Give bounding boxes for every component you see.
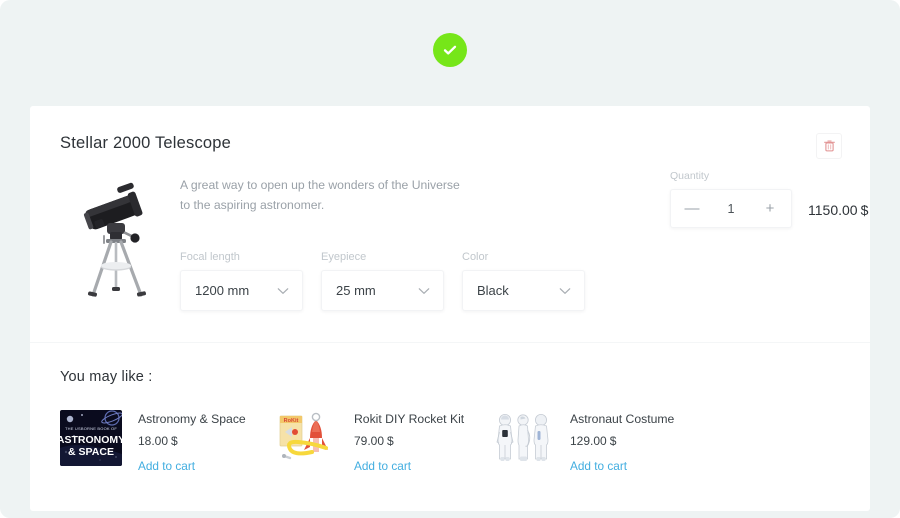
product-image-column: [60, 175, 172, 312]
recommendation-price: 79.00 $: [354, 434, 464, 448]
option-color: Color Black: [462, 251, 585, 312]
product-price-amount: 1150.00: [808, 202, 858, 218]
product-description: A great way to open up the wonders of th…: [180, 178, 460, 213]
recommendation-price-currency: $: [387, 434, 394, 448]
svg-text:ASTRONOMY: ASTRONOMY: [60, 434, 122, 446]
recommendation-price-currency: $: [171, 434, 178, 448]
option-eyepiece: Eyepiece 25 mm: [321, 251, 444, 312]
order-card: Stellar 2000 Telescope A great way to op…: [30, 106, 870, 511]
product-price: 1150.00 $: [808, 202, 868, 218]
recommendation-price: 18.00 $: [138, 434, 246, 448]
quantity-increment-button[interactable]: +: [763, 201, 777, 216]
eyepiece-value: 25 mm: [336, 283, 376, 299]
color-select[interactable]: Black: [462, 270, 585, 312]
list-item-meta: Astronomy & Space 18.00 $ Add to cart: [122, 410, 246, 475]
option-focal-length-label: Focal length: [180, 251, 240, 264]
product-section: Stellar 2000 Telescope A great way to op…: [30, 106, 870, 343]
page-root: Stellar 2000 Telescope A great way to op…: [0, 0, 900, 518]
recommendation-price: 129.00 $: [570, 434, 674, 448]
add-to-cart-link[interactable]: Add to cart: [354, 459, 411, 473]
svg-text:& SPACE: & SPACE: [68, 446, 114, 458]
check-circle-icon: [441, 41, 459, 59]
recommendation-price-amount: 18.00: [138, 434, 169, 448]
chevron-down-icon: [559, 282, 571, 300]
list-item[interactable]: Astronaut Costume 129.00 $ Add to cart: [492, 410, 708, 475]
product-price-currency: $: [860, 202, 869, 218]
success-status-badge: [433, 33, 467, 67]
list-item-meta: Rokit DIY Rocket Kit 79.00 $ Add to cart: [338, 410, 464, 475]
recommendation-price-amount: 79.00: [354, 434, 385, 448]
quantity-decrement-button[interactable]: —: [685, 201, 700, 216]
recommendations-title: You may like :: [60, 369, 153, 385]
page-title: Stellar 2000 Telescope: [60, 134, 232, 152]
chevron-down-icon: [418, 282, 430, 300]
recommendation-name: Astronaut Costume: [570, 412, 675, 426]
focal-length-value: 1200 mm: [195, 283, 250, 299]
list-item[interactable]: THE USBORNE BOOK OF ASTRONOMY & SPACE As…: [60, 410, 276, 475]
trash-icon: [823, 139, 836, 153]
status-badge-row: [0, 0, 900, 100]
quantity-stepper[interactable]: — 1 +: [670, 189, 792, 228]
color-value: Black: [477, 283, 509, 299]
astronomy-and-space-book-cover: THE USBORNE BOOK OF ASTRONOMY & SPACE: [60, 410, 122, 466]
recommendation-name: Astronomy & Space: [138, 412, 246, 426]
rokit-diy-rocket-kit-image: RoKit: [276, 410, 338, 466]
astronaut-costume-image: [492, 410, 554, 466]
svg-text:THE USBORNE BOOK OF: THE USBORNE BOOK OF: [65, 426, 117, 431]
option-color-label: Color: [462, 251, 489, 264]
list-item-meta: Astronaut Costume 129.00 $ Add to cart: [554, 410, 674, 475]
focal-length-select[interactable]: 1200 mm: [180, 270, 303, 312]
recommendation-name: Rokit DIY Rocket Kit: [354, 412, 465, 426]
quantity-value: 1: [727, 201, 735, 216]
recommendations-list: THE USBORNE BOOK OF ASTRONOMY & SPACE As…: [60, 410, 840, 475]
quantity-label: Quantity: [670, 170, 710, 182]
quantity-price-group: Quantity — 1 + 1150.00 $: [670, 170, 868, 228]
list-item[interactable]: RoKit Rokit DIY Rocket Kit 79.00 $ Add t…: [276, 410, 492, 475]
product-options: Focal length 1200 mm Eyepiece 25 mm Colo…: [180, 251, 840, 312]
recommendation-price-currency: $: [609, 434, 617, 448]
svg-text:RoKit: RoKit: [284, 418, 299, 424]
recommendation-price-amount: 129.00: [570, 434, 607, 448]
add-to-cart-link[interactable]: Add to cart: [138, 459, 195, 473]
recommendations-section: You may like : THE USBORNE BOOK OF ASTRO…: [30, 343, 870, 511]
chevron-down-icon: [277, 282, 289, 300]
delete-item-button[interactable]: [816, 133, 842, 159]
add-to-cart-link[interactable]: Add to cart: [570, 459, 627, 473]
telescope-image: [73, 179, 159, 312]
option-eyepiece-label: Eyepiece: [321, 251, 367, 264]
eyepiece-select[interactable]: 25 mm: [321, 270, 444, 312]
quantity-wrapper: Quantity — 1 +: [670, 170, 792, 228]
option-focal-length: Focal length 1200 mm: [180, 251, 303, 312]
